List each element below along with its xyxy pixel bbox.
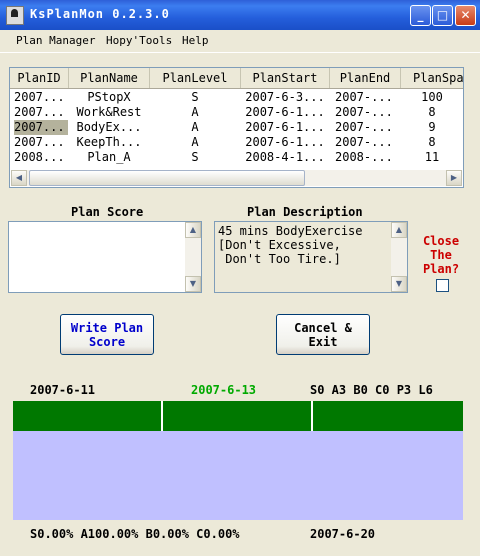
table-row[interactable]: 2007... KeepTh... A 2007-6-1... 2007-... 8 bbox=[10, 135, 463, 150]
plan-list[interactable]: PlanID PlanName PlanLevel PlanStart Plan… bbox=[9, 67, 464, 188]
table-cell: 2008... bbox=[14, 150, 65, 164]
plan-score-input[interactable]: ▲ ▼ bbox=[8, 221, 202, 293]
table-cell: 2007... bbox=[14, 90, 65, 104]
plan-description-field[interactable]: 45 mins BodyExercise [Don't Excessive, D… bbox=[214, 221, 408, 293]
scroll-left-icon[interactable]: ◀ bbox=[11, 170, 27, 186]
table-cell: 100 bbox=[421, 90, 443, 104]
timeline-end-date: 2007-6-20 bbox=[310, 527, 376, 541]
table-cell: PStopX bbox=[87, 90, 131, 104]
table-row[interactable]: 2007... BodyEx... A 2007-6-1... 2007-... 9 bbox=[10, 120, 463, 135]
scroll-down-icon[interactable]: ▼ bbox=[391, 276, 407, 292]
table-cell: Plan_A bbox=[87, 150, 131, 164]
table-cell: 2007... bbox=[14, 120, 68, 135]
table-cell: 2007... bbox=[14, 105, 65, 119]
table-cell: 2007-6-1... bbox=[245, 120, 325, 134]
col-planstart[interactable]: PlanStart bbox=[241, 68, 330, 88]
table-cell: 2007-6-1... bbox=[245, 105, 325, 119]
table-cell: 2007-6-1... bbox=[245, 135, 325, 149]
timeline-current-date: 2007-6-13 bbox=[191, 383, 257, 397]
scroll-right-icon[interactable]: ▶ bbox=[446, 170, 462, 186]
timeline-separator bbox=[311, 401, 313, 431]
col-planid[interactable]: PlanID bbox=[10, 68, 69, 88]
table-row[interactable]: 2007... PStopX S 2007-6-3... 2007-... 100 bbox=[10, 90, 463, 105]
timeline-start-date: 2007-6-11 bbox=[30, 383, 96, 397]
table-cell: 2007-... bbox=[335, 105, 393, 119]
description-vertical-scrollbar[interactable]: ▲ ▼ bbox=[391, 222, 407, 292]
close-plan-line2: The bbox=[430, 248, 452, 262]
minimize-button[interactable]: _ bbox=[410, 5, 431, 26]
close-plan-line3: Plan? bbox=[422, 262, 460, 276]
table-cell: S bbox=[191, 150, 199, 164]
horizontal-scrollbar[interactable]: ◀ ▶ bbox=[11, 170, 462, 186]
write-plan-score-button[interactable]: Write Plan Score bbox=[60, 314, 154, 355]
timeline-separator bbox=[161, 401, 163, 431]
table-cell: BodyEx... bbox=[76, 120, 142, 134]
close-button[interactable]: ✕ bbox=[455, 5, 476, 26]
table-cell: A bbox=[191, 135, 199, 149]
menu-plan-manager[interactable]: Plan Manager bbox=[16, 34, 95, 47]
table-cell: 11 bbox=[424, 150, 440, 164]
table-cell: A bbox=[191, 120, 199, 134]
plan-description-text: 45 mins BodyExercise [Don't Excessive, D… bbox=[218, 224, 363, 266]
col-planend[interactable]: PlanEnd bbox=[330, 68, 401, 88]
timeline-area bbox=[13, 431, 463, 520]
cancel-exit-button[interactable]: Cancel & Exit bbox=[276, 314, 370, 355]
col-planlevel[interactable]: PlanLevel bbox=[150, 68, 241, 88]
table-cell: 2007-... bbox=[335, 135, 393, 149]
scroll-thumb[interactable] bbox=[29, 170, 305, 186]
table-cell: 2008-... bbox=[335, 150, 393, 164]
table-cell: 9 bbox=[428, 120, 436, 134]
table-cell: 2007-... bbox=[335, 120, 393, 134]
table-cell: S bbox=[191, 90, 199, 104]
table-cell: 2007-... bbox=[335, 90, 393, 104]
scroll-up-icon[interactable]: ▲ bbox=[391, 222, 407, 238]
table-cell: 8 bbox=[428, 135, 436, 149]
table-cell: 8 bbox=[428, 105, 436, 119]
table-cell: A bbox=[191, 105, 199, 119]
table-cell: 2007-6-3... bbox=[245, 90, 325, 104]
score-vertical-scrollbar[interactable]: ▲ ▼ bbox=[185, 222, 201, 292]
table-row[interactable]: 2007... Work&Rest A 2007-6-1... 2007-... 8 bbox=[10, 105, 463, 120]
timeline-percentages: S0.00% A100.00% B0.00% C0.00% bbox=[30, 527, 240, 541]
timeline-counts: S0 A3 B0 C0 P3 L6 bbox=[310, 383, 433, 397]
close-plan-label: Close The Plan? bbox=[416, 234, 466, 276]
cancel-exit-label: Cancel & Exit bbox=[294, 320, 352, 349]
col-planspan[interactable]: PlanSpa bbox=[401, 68, 463, 88]
table-cell: 2008-4-1... bbox=[245, 150, 325, 164]
scroll-up-icon[interactable]: ▲ bbox=[185, 222, 201, 238]
app-icon bbox=[6, 6, 24, 25]
plan-description-label: Plan Description bbox=[247, 205, 363, 219]
menu-help[interactable]: Help bbox=[182, 34, 209, 47]
maximize-button[interactable]: □ bbox=[432, 5, 453, 26]
close-plan-checkbox[interactable] bbox=[436, 279, 449, 292]
list-rows: 2007... PStopX S 2007-6-3... 2007-... 100 2007… bbox=[10, 90, 463, 165]
plan-score-label: Plan Score bbox=[71, 205, 144, 219]
table-row[interactable]: 2008... Plan_A S 2008-4-1... 2008-... 11 bbox=[10, 150, 463, 165]
list-header: PlanID PlanName PlanLevel PlanStart Plan… bbox=[10, 68, 463, 89]
close-plan-line1: Close bbox=[422, 234, 460, 248]
write-plan-score-label: Write Plan Score bbox=[70, 320, 144, 349]
timeline-bar bbox=[13, 401, 463, 431]
menu-hopy-tools[interactable]: Hopy'Tools bbox=[106, 34, 172, 47]
table-cell: KeepTh... bbox=[76, 135, 142, 149]
table-cell: Work&Rest bbox=[76, 105, 142, 119]
table-cell: 2007... bbox=[14, 135, 65, 149]
scroll-down-icon[interactable]: ▼ bbox=[185, 276, 201, 292]
window-title: KsPlanMon 0.2.3.0 bbox=[30, 7, 170, 21]
col-planname[interactable]: PlanName bbox=[69, 68, 150, 88]
